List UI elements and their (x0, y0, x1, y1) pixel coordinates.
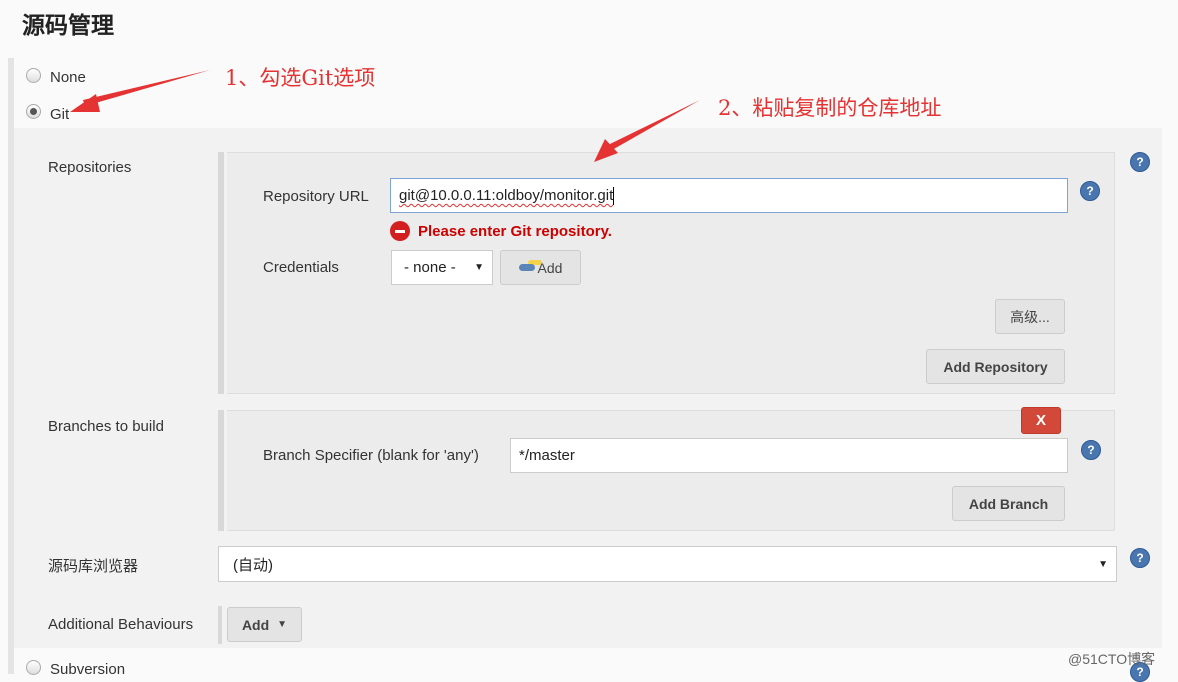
arrow-icon (70, 70, 210, 112)
annotation-arrows (70, 70, 700, 162)
arrow-icon (594, 100, 700, 162)
